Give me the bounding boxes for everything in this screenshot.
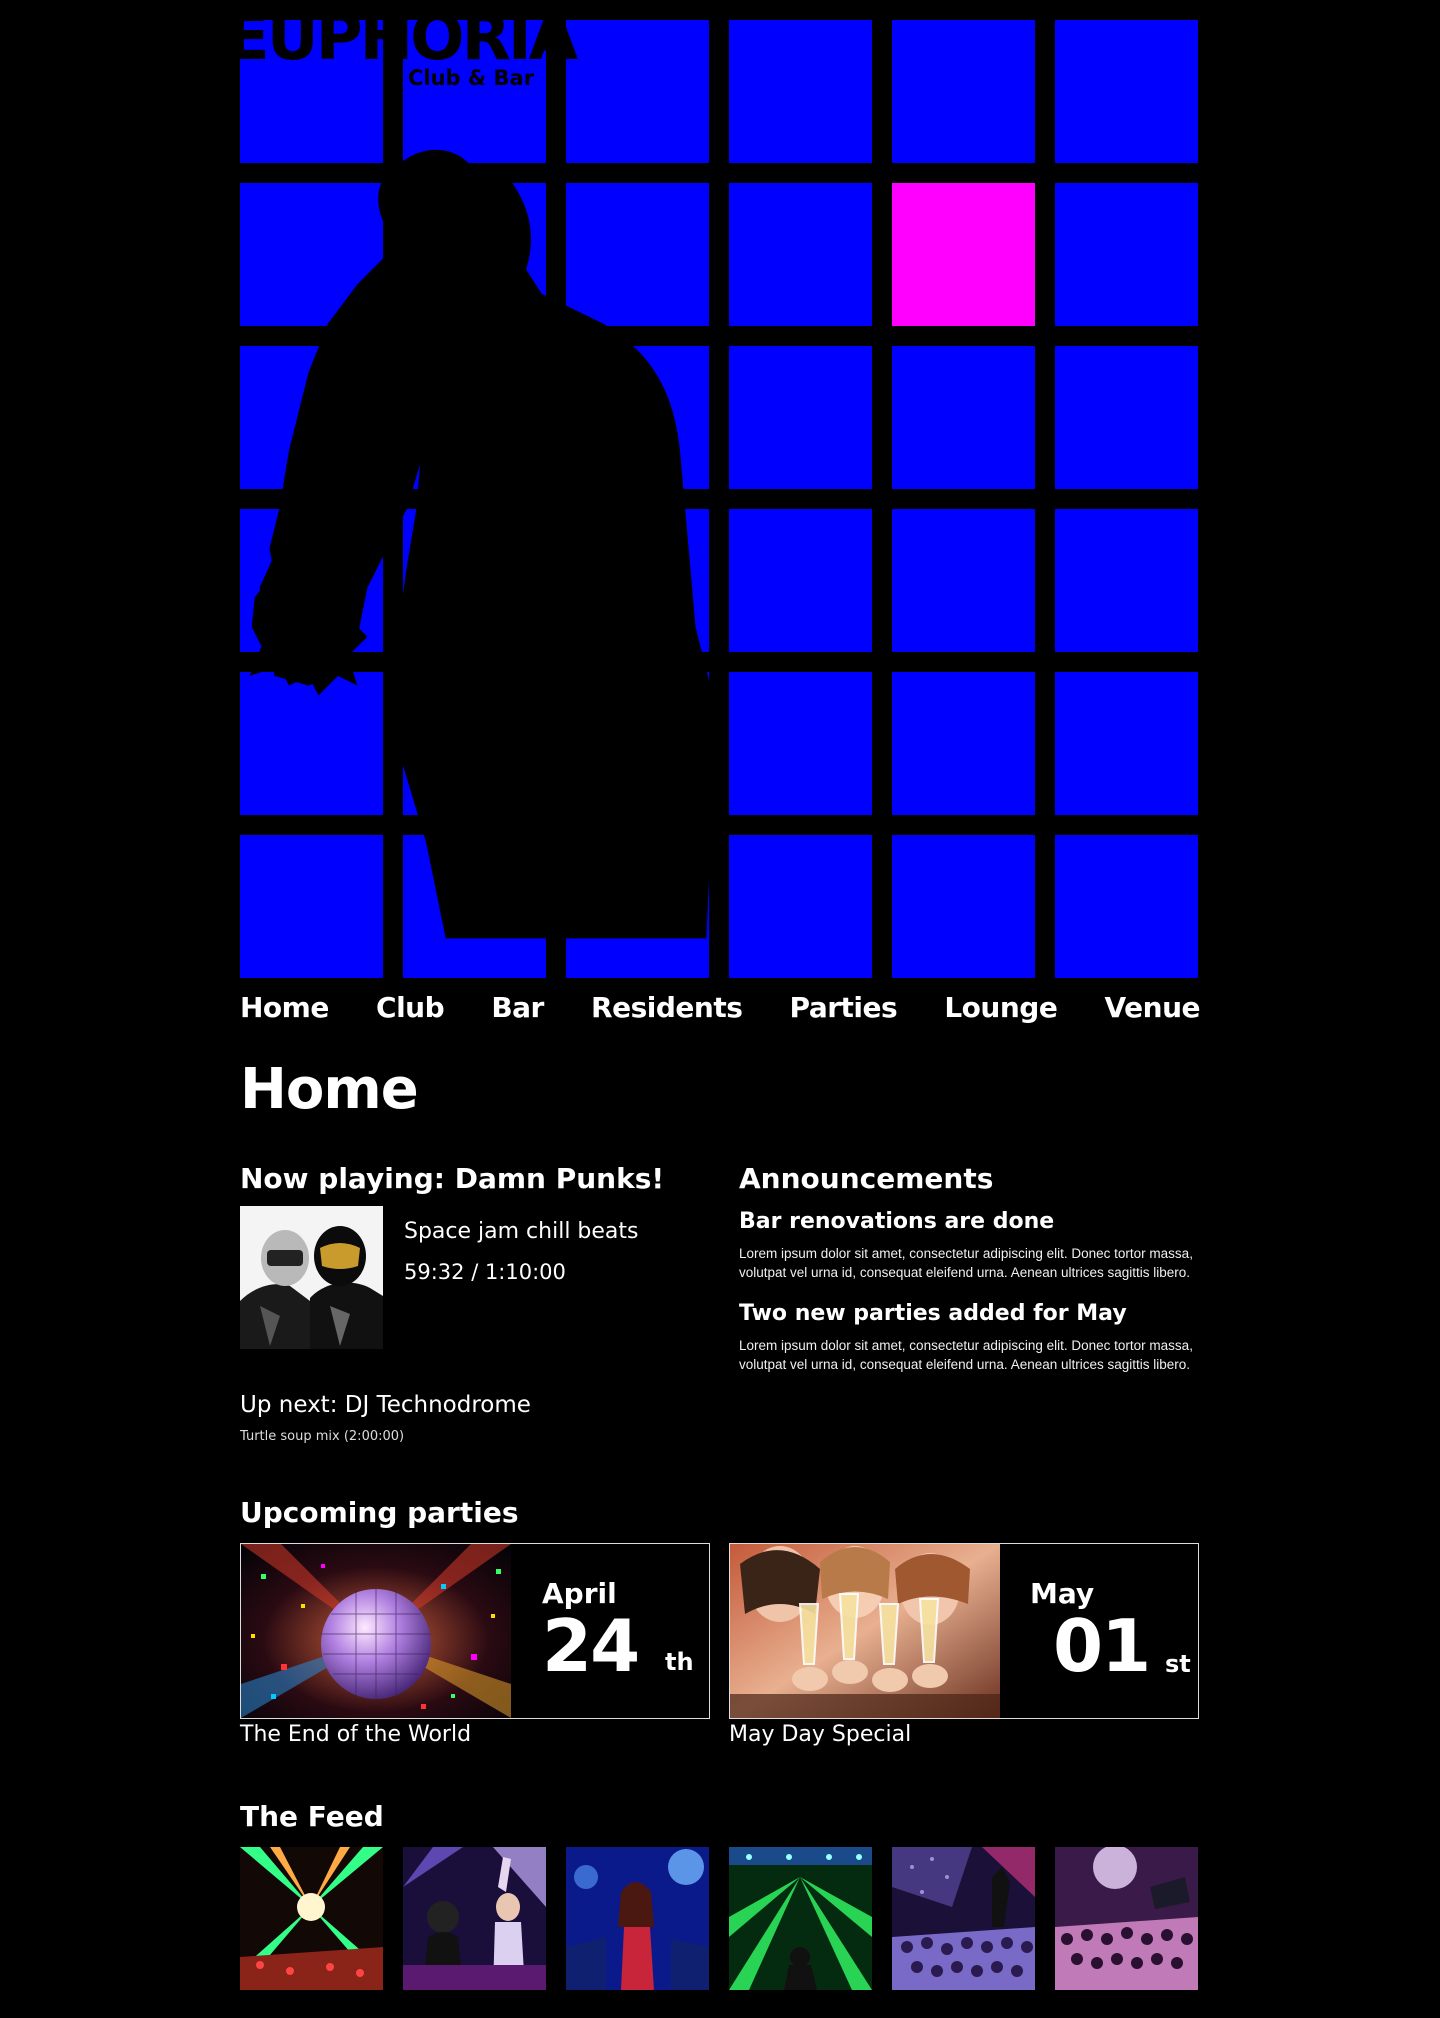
hero-tile (566, 183, 709, 326)
logo-subtitle: Club & Bar (408, 66, 535, 90)
party-day: 24 (542, 1604, 640, 1688)
hero-tile (729, 183, 872, 326)
feed-photo[interactable] (403, 1847, 546, 1990)
party-day-suffix: th (665, 1648, 694, 1676)
party-name[interactable]: The End of the World (240, 1720, 471, 1750)
hero-tile-highlight (892, 183, 1035, 326)
announcement-title[interactable]: Two new parties added for May (739, 1298, 1200, 1330)
now-playing-time: 59:32 / 1:10:00 (404, 1260, 566, 1284)
announcement-title[interactable]: Bar renovations are done (739, 1206, 1200, 1238)
party-card[interactable]: May 01 st (729, 1543, 1199, 1719)
feed-heading: The Feed (240, 1800, 384, 1833)
hero-tile (566, 835, 709, 978)
logo[interactable]: EUPHORIA Club & Bar (226, 0, 710, 100)
announcement-body: Lorem ipsum dolor sit amet, consectetur … (739, 1338, 1193, 1372)
hero-tile (240, 835, 383, 978)
party-card[interactable]: April 24 th (240, 1543, 710, 1719)
hero-tile (892, 20, 1035, 163)
hero-tile (729, 835, 872, 978)
announcement-item: Two new parties added for May Lorem ipsu… (739, 1298, 1200, 1374)
nav-home[interactable]: Home (240, 990, 329, 1030)
disco-ball-image (241, 1544, 511, 1718)
announcements-heading: Announcements (739, 1162, 994, 1195)
hero-tile (566, 672, 709, 815)
logo-title: EUPHORIA (226, 1, 578, 75)
hero-tile (403, 509, 546, 652)
hero-tile (1055, 183, 1198, 326)
feed-photo[interactable] (892, 1847, 1035, 1990)
party-name[interactable]: May Day Special (729, 1720, 911, 1750)
nav-bar[interactable]: Bar (491, 990, 544, 1030)
announcement-item: Bar renovations are done Lorem ipsum dol… (739, 1206, 1200, 1282)
feed-photo[interactable] (240, 1847, 383, 1990)
nav-lounge[interactable]: Lounge (944, 990, 1057, 1030)
nav-residents[interactable]: Residents (591, 990, 743, 1030)
now-playing-heading: Now playing: Damn Punks! (240, 1162, 665, 1195)
hero-tile (566, 509, 709, 652)
hero-tile (240, 509, 383, 652)
feed-photo[interactable] (566, 1847, 709, 1990)
now-playing-cover-image[interactable] (240, 1206, 383, 1349)
hero-tile (240, 672, 383, 815)
hero-tile (892, 346, 1035, 489)
hero-tile (1055, 835, 1198, 978)
announcements: Announcements Bar renovations are done L… (739, 1162, 1200, 1390)
hero-tile (729, 346, 872, 489)
upcoming-parties-heading: Upcoming parties (240, 1496, 519, 1529)
hero-tile-grid (240, 20, 1200, 978)
hero-tile (729, 20, 872, 163)
feed-photo[interactable] (1055, 1847, 1198, 1990)
main-nav: Home Club Bar Residents Parties Lounge V… (240, 990, 1200, 1030)
hero-tile (403, 346, 546, 489)
hero-tile (240, 346, 383, 489)
announcement-body: Lorem ipsum dolor sit amet, consectetur … (739, 1246, 1193, 1280)
hero-tile (892, 509, 1035, 652)
now-playing-track: Space jam chill beats (404, 1219, 639, 1244)
nav-venue[interactable]: Venue (1105, 990, 1201, 1030)
up-next-title: Up next: DJ Technodrome (240, 1392, 531, 1418)
hero-tile (403, 183, 546, 326)
hero-tile (1055, 509, 1198, 652)
nav-club[interactable]: Club (376, 990, 445, 1030)
nav-parties[interactable]: Parties (790, 990, 898, 1030)
hero-tile (729, 509, 872, 652)
champagne-toast-image (730, 1544, 1000, 1718)
up-next-detail: Turtle soup mix (2:00:00) (240, 1429, 405, 1444)
feed-photo[interactable] (729, 1847, 872, 1990)
hero-tile (1055, 672, 1198, 815)
hero-tile (1055, 346, 1198, 489)
hero-tile (403, 835, 546, 978)
hero-tile (240, 183, 383, 326)
hero-tile (892, 835, 1035, 978)
hero-tile (892, 672, 1035, 815)
hero-tile (1055, 20, 1198, 163)
party-day: 01 (1053, 1604, 1151, 1688)
page-title: Home (240, 1057, 419, 1122)
hero-tile (729, 672, 872, 815)
hero-tile (403, 672, 546, 815)
party-day-suffix: st (1165, 1650, 1191, 1678)
hero-tile (566, 346, 709, 489)
feed-gallery (240, 1847, 1200, 1990)
